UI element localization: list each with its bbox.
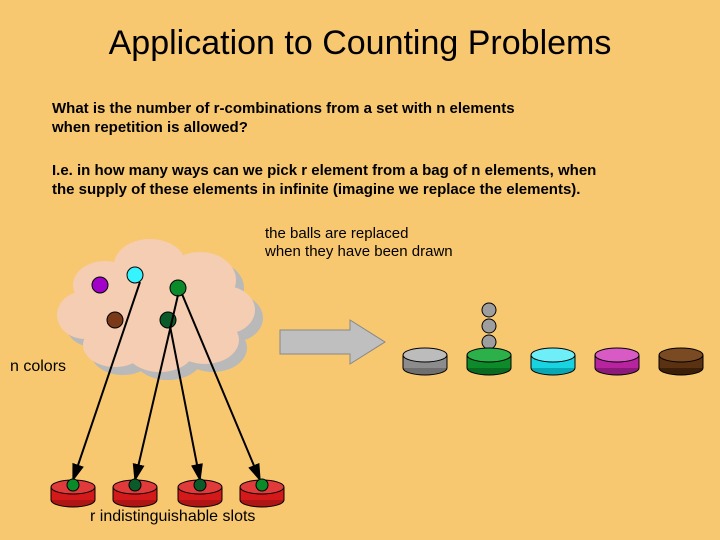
cyl-gray bbox=[403, 348, 447, 375]
ball-cyan bbox=[127, 267, 143, 283]
cyl-brown bbox=[659, 348, 703, 375]
stacked-ball-mid bbox=[482, 319, 496, 333]
cyl-green bbox=[467, 348, 511, 375]
ball-purple bbox=[92, 277, 108, 293]
ball-brown bbox=[107, 312, 123, 328]
slot-1 bbox=[51, 479, 95, 507]
cyl-cyan bbox=[531, 348, 575, 375]
slot-3 bbox=[178, 479, 222, 507]
stacked-ball-top bbox=[482, 303, 496, 317]
cloud bbox=[57, 239, 255, 372]
slot-2 bbox=[113, 479, 157, 507]
cyl-magenta bbox=[595, 348, 639, 375]
slot-4 bbox=[240, 479, 284, 507]
ball-green bbox=[170, 280, 186, 296]
big-arrow-right bbox=[280, 320, 385, 364]
diagram-scene bbox=[0, 0, 720, 540]
stacked-ball-bottom bbox=[482, 335, 496, 349]
